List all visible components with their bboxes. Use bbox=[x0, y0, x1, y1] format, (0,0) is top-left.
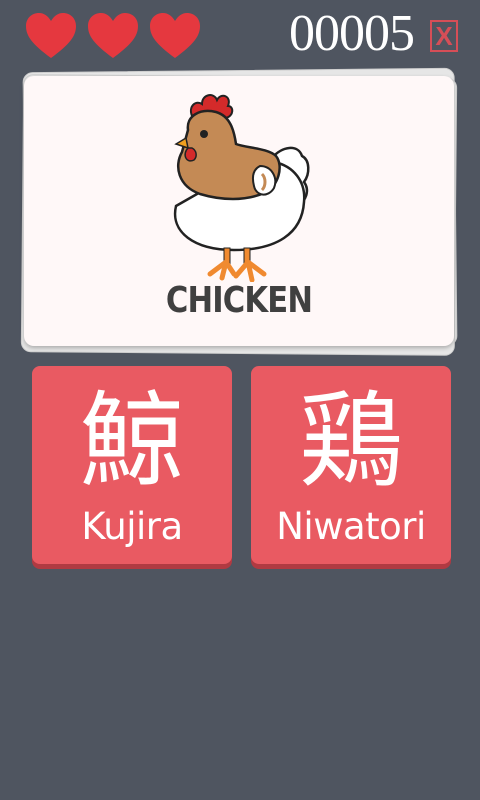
lives-indicator bbox=[24, 12, 202, 60]
heart-icon bbox=[88, 13, 138, 58]
answer-romaji: Kujira bbox=[81, 505, 183, 548]
flashcard-stack: CHICKEN bbox=[16, 67, 464, 356]
close-button[interactable]: X bbox=[430, 20, 458, 52]
heart-icon bbox=[26, 13, 76, 58]
answer-button-1[interactable]: 鯨 Kujira bbox=[32, 366, 232, 564]
card-word: CHICKEN bbox=[165, 280, 313, 321]
hud-bar: 00005 X bbox=[0, 0, 480, 70]
chicken-illustration bbox=[173, 94, 310, 282]
answer-kanji: 鶏 bbox=[298, 380, 403, 502]
answer-romaji: Niwatori bbox=[276, 505, 426, 548]
score-counter: 00005 bbox=[289, 5, 415, 62]
flashcard: CHICKEN bbox=[24, 76, 454, 346]
answer-button-2[interactable]: 鶏 Niwatori bbox=[251, 366, 451, 564]
answer-kanji: 鯨 bbox=[79, 380, 184, 502]
heart-icon bbox=[150, 13, 200, 58]
